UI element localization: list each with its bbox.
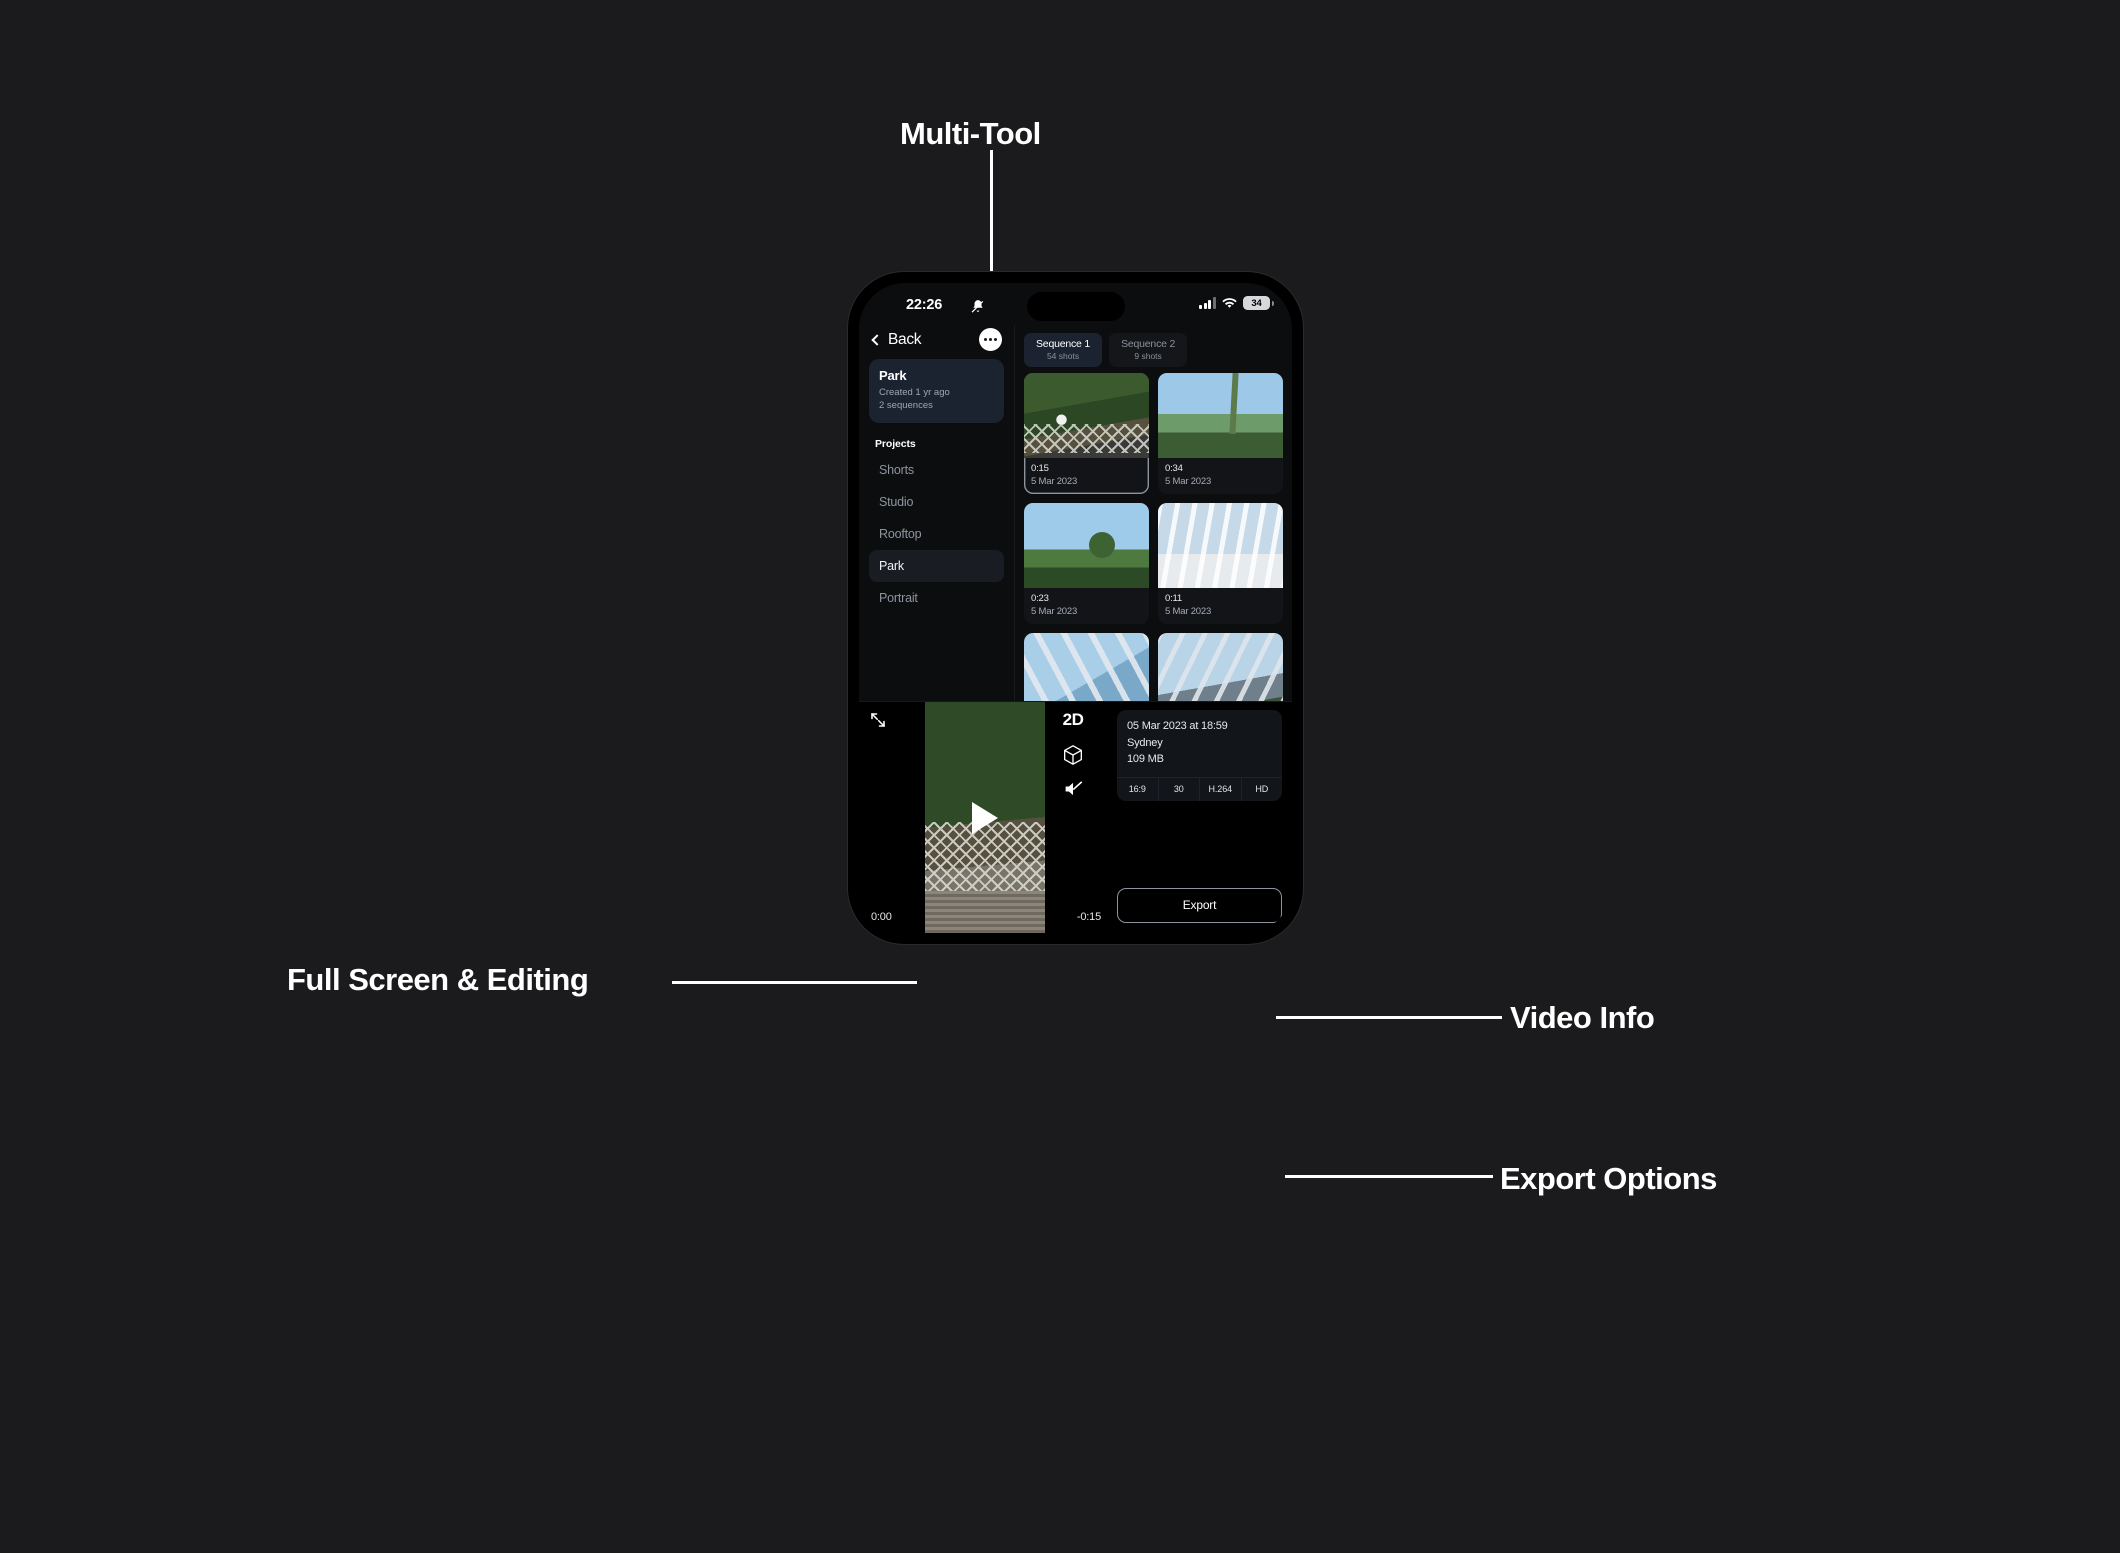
video-location: Sydney — [1127, 736, 1163, 749]
mode-2d-button[interactable]: 2D — [1063, 710, 1084, 730]
expand-arrows-icon[interactable] — [869, 711, 887, 729]
tab-sequence-2-name: Sequence 2 — [1121, 338, 1176, 350]
shot-cell[interactable]: 0:23 5 Mar 2023 — [1024, 503, 1149, 624]
player-preview[interactable]: 2D -0:15 0:00 — [859, 702, 1111, 933]
tab-sequence-2[interactable]: Sequence 2 9 shots — [1109, 333, 1188, 367]
status-indicators: 34 — [1198, 296, 1274, 310]
shot-thumbnail — [1158, 373, 1283, 458]
video-filesize: 109 MB — [1127, 753, 1164, 766]
shot-thumbnail — [1158, 503, 1283, 588]
shot-cell[interactable]: 0:34 5 Mar 2023 — [1158, 373, 1283, 494]
shot-duration: 0:11 — [1165, 593, 1182, 604]
cellular-signal-icon — [1198, 297, 1216, 309]
player-time-remaining: -0:15 — [1076, 911, 1101, 923]
projects-section-label: Projects — [875, 438, 916, 451]
shot-thumbnail — [1024, 633, 1149, 701]
status-bar: 22:26 34 — [859, 283, 1292, 325]
export-button[interactable]: Export — [1117, 888, 1282, 923]
project-card-sequences: 2 sequences — [879, 400, 933, 412]
sidebar: Back Park Created 1 yr ago 2 sequences P… — [859, 325, 1015, 701]
shot-cell[interactable]: 0:01 5 Mar 2023 — [1024, 633, 1149, 701]
leader-line-export-options — [1285, 1175, 1493, 1178]
chevron-left-icon — [871, 334, 883, 346]
shot-duration: 0:15 — [1031, 463, 1049, 474]
video-info-text: 05 Mar 2023 at 18:59 Sydney 109 MB — [1117, 710, 1282, 777]
callout-multi-tool: Multi-Tool — [900, 116, 1041, 151]
shot-cell[interactable]: 0:13 5 Mar 2023 — [1158, 633, 1283, 701]
shot-thumbnail — [1024, 373, 1149, 458]
shot-duration: 0:34 — [1165, 463, 1183, 474]
callout-video-info: Video Info — [1510, 1000, 1655, 1035]
shot-thumbnail — [1024, 503, 1149, 588]
video-art-deck — [925, 891, 1045, 933]
multi-tool-button[interactable] — [979, 328, 1002, 351]
phone-mockup: 22:26 34 Back Park Created 1 yr ago 2 se… — [848, 272, 1303, 944]
dynamic-island — [1026, 292, 1125, 321]
sidebar-item-portrait[interactable]: Portrait — [869, 582, 1004, 614]
spec-aspect-ratio: 16:9 — [1128, 784, 1146, 795]
sidebar-nav: Back — [869, 325, 1004, 359]
video-specs-row: 16:9 30 H.264 HD — [1117, 777, 1283, 802]
tab-sequence-2-count: 9 shots — [1134, 351, 1162, 361]
shots-grid[interactable]: 0:15 5 Mar 2023 0:34 5 Mar 2023 0:23 5 M… — [1015, 373, 1292, 701]
app-body: Back Park Created 1 yr ago 2 sequences P… — [859, 325, 1292, 701]
shot-meta: 0:34 5 Mar 2023 — [1158, 458, 1283, 488]
ellipsis-icon-dot — [988, 337, 993, 342]
video-canvas[interactable] — [925, 702, 1045, 933]
video-left-gutter — [859, 702, 925, 933]
player-panel: 2D -0:15 0:00 05 Mar 2023 at 18:59 Sydne… — [859, 701, 1292, 933]
shot-meta: 0:23 5 Mar 2023 — [1024, 588, 1149, 618]
cube-3d-icon[interactable] — [1063, 744, 1083, 766]
shot-date: 5 Mar 2023 — [1165, 605, 1212, 617]
leader-line-video-info — [1276, 1016, 1502, 1019]
shot-date: 5 Mar 2023 — [1031, 475, 1078, 487]
shot-date: 5 Mar 2023 — [1165, 475, 1212, 487]
shot-cell[interactable]: 0:15 5 Mar 2023 — [1024, 373, 1149, 494]
projects-list: Shorts Studio Rooftop Park Portrait — [869, 454, 1004, 614]
shot-meta: 0:15 5 Mar 2023 — [1024, 458, 1149, 488]
sidebar-item-park[interactable]: Park — [869, 550, 1004, 583]
speaker-muted-icon[interactable] — [1063, 780, 1083, 798]
spec-framerate: 30 — [1157, 778, 1200, 802]
tab-sequence-1-count: 54 shots — [1046, 351, 1080, 361]
status-time: 22:26 — [906, 297, 943, 313]
shot-cell[interactable]: 0:11 5 Mar 2023 — [1158, 503, 1283, 624]
shot-date: 5 Mar 2023 — [1031, 605, 1078, 617]
current-project-card[interactable]: Park Created 1 yr ago 2 sequences — [869, 359, 1004, 424]
play-icon[interactable] — [972, 801, 998, 834]
back-button[interactable]: Back — [871, 331, 922, 349]
sidebar-item-shorts[interactable]: Shorts — [869, 454, 1004, 486]
callout-export-options: Export Options — [1500, 1161, 1717, 1196]
video-info-panel: 05 Mar 2023 at 18:59 Sydney 109 MB 16:9 … — [1111, 702, 1292, 933]
player-time-start: 0:00 — [871, 911, 892, 923]
callout-full-screen: Full Screen & Editing — [287, 962, 589, 997]
shot-meta: 0:11 5 Mar 2023 — [1158, 588, 1283, 618]
sequence-tabs: Sequence 1 54 shots Sequence 2 9 shots — [1015, 325, 1292, 373]
video-info-card: 05 Mar 2023 at 18:59 Sydney 109 MB 16:9 … — [1117, 710, 1283, 802]
project-card-created: Created 1 yr ago — [879, 387, 950, 398]
sidebar-item-studio[interactable]: Studio — [869, 486, 1004, 518]
spec-quality: HD — [1240, 778, 1283, 802]
player-tools: 2D — [1045, 710, 1101, 798]
sidebar-item-rooftop[interactable]: Rooftop — [869, 518, 1004, 550]
video-datetime: 05 Mar 2023 at 18:59 — [1127, 720, 1228, 732]
back-label: Back — [888, 331, 922, 348]
project-card-title: Park — [879, 368, 907, 383]
shot-duration: 0:23 — [1031, 593, 1049, 604]
ellipsis-icon-dot — [994, 337, 998, 342]
bell-slash-icon — [971, 300, 984, 313]
tab-sequence-1[interactable]: Sequence 1 54 shots — [1024, 333, 1103, 367]
shot-thumbnail — [1158, 633, 1283, 701]
content-column: Sequence 1 54 shots Sequence 2 9 shots 0… — [1015, 325, 1292, 701]
leader-line-full-screen — [672, 981, 917, 984]
ellipsis-icon-dot — [983, 337, 987, 342]
player-right-gutter: 2D -0:15 — [1045, 702, 1111, 933]
battery-indicator: 34 — [1243, 296, 1274, 310]
wifi-icon — [1222, 297, 1237, 308]
spec-codec: H.264 — [1199, 778, 1241, 802]
phone-screen: 22:26 34 Back Park Created 1 yr ago 2 se… — [859, 283, 1292, 933]
tab-sequence-1-name: Sequence 1 — [1036, 338, 1091, 350]
